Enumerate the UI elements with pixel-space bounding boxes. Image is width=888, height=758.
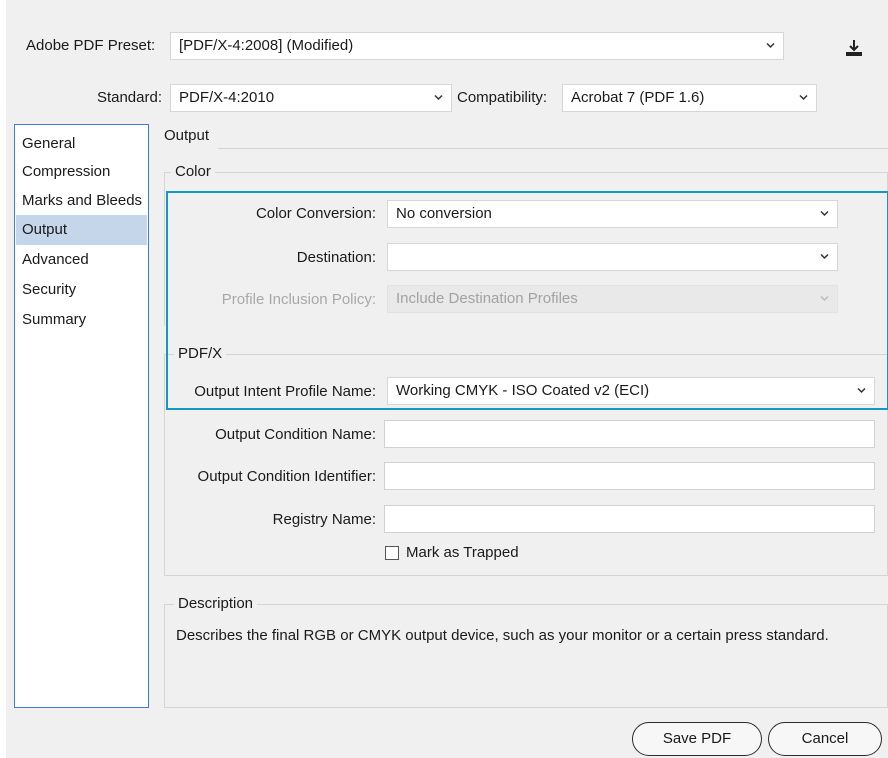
sidebar-item-marks-and-bleeds[interactable]: Marks and Bleeds [16,186,147,216]
export-pdf-dialog: Adobe PDF Preset: [PDF/X-4:2008] (Modifi… [6,0,888,758]
sidebar-item-security[interactable]: Security [16,275,147,305]
sidebar-item-compression[interactable]: Compression [16,157,147,187]
compatibility-select[interactable]: Acrobat 7 (PDF 1.6) [562,84,817,112]
mark-as-trapped-checkbox[interactable] [385,546,399,560]
mark-as-trapped-label: Mark as Trapped [406,544,519,561]
compatibility-value: Acrobat 7 (PDF 1.6) [571,89,705,106]
sidebar-item-summary[interactable]: Summary [16,305,147,335]
description-title: Description [174,594,258,614]
output-condition-identifier-field[interactable] [384,462,875,490]
registry-name-label: Registry Name: [272,511,376,528]
preset-label: Adobe PDF Preset: [26,37,156,54]
output-condition-name-label: Output Condition Name: [215,426,376,443]
chevron-down-icon [434,93,443,102]
title-divider [218,148,888,149]
description-text: Describes the final RGB or CMYK output d… [176,627,829,644]
standard-select[interactable]: PDF/X-4:2010 [170,84,452,112]
sidebar-item-general[interactable]: General [16,129,147,159]
save-pdf-button[interactable]: Save PDF [632,722,762,756]
standard-value: PDF/X-4:2010 [179,89,275,106]
registry-name-field[interactable] [384,505,875,533]
panel-title: Output [164,127,210,144]
preset-select[interactable]: [PDF/X-4:2008] (Modified) [170,32,784,60]
sidebar-item-output[interactable]: Output [16,215,147,245]
preset-value: [PDF/X-4:2008] (Modified) [179,37,354,54]
highlight-box [166,191,888,410]
sidebar-item-advanced[interactable]: Advanced [16,245,147,275]
output-condition-name-field[interactable] [384,420,875,448]
compatibility-label: Compatibility: [457,89,548,106]
description-group [164,604,888,708]
download-tray-icon[interactable] [844,38,864,58]
output-condition-identifier-label: Output Condition Identifier: [197,468,376,485]
chevron-down-icon [766,41,775,50]
standard-label: Standard: [96,89,162,106]
cancel-button[interactable]: Cancel [768,722,882,756]
chevron-down-icon [799,93,808,102]
color-group-title: Color [171,162,215,182]
category-sidebar: General Compression Marks and Bleeds Out… [14,124,149,708]
